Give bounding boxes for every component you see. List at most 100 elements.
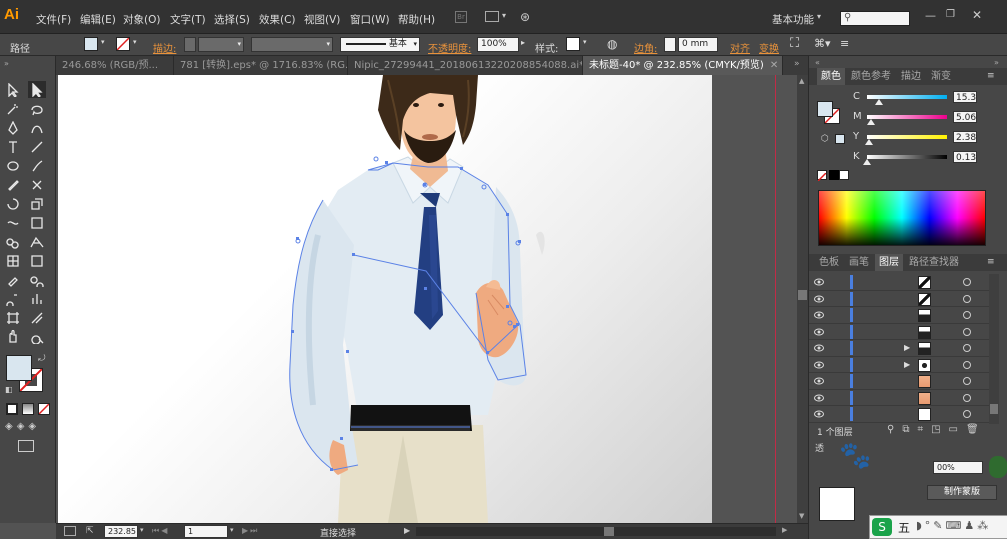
type-tool-icon[interactable] [4, 138, 22, 155]
stroke-weight-stepper[interactable] [184, 37, 196, 52]
slider-c[interactable]: C 15.3 [809, 91, 1007, 109]
align-button[interactable]: 对齐 [730, 40, 750, 55]
shape-builder-tool-icon[interactable] [4, 233, 22, 250]
tab-layers[interactable]: 图层 [875, 254, 903, 271]
layer-row[interactable] [809, 406, 989, 423]
layer-target-icon[interactable] [963, 344, 971, 352]
slider-track[interactable] [867, 155, 947, 159]
curvature-tool-icon[interactable] [28, 119, 46, 136]
restore-icon[interactable]: ❐ [946, 9, 955, 20]
more-tabs-icon[interactable]: » [794, 59, 800, 69]
paintbrush-tool-icon[interactable] [28, 157, 46, 174]
stroke-weight-dropdown[interactable]: ▾ [198, 37, 244, 52]
none-swatch[interactable] [817, 170, 827, 182]
layer-row[interactable] [809, 274, 989, 291]
bridge-icon[interactable]: Br [455, 11, 467, 23]
menu-file[interactable]: 文件(F) [36, 12, 71, 27]
artboard[interactable] [58, 75, 712, 523]
scroll-down-icon[interactable]: ▼ [799, 512, 804, 520]
drawing-modes-icon[interactable]: ◈◈◈ [5, 421, 40, 432]
opacity-label[interactable]: 不透明度: [428, 40, 471, 55]
slider-knob[interactable] [867, 119, 876, 125]
perspective-grid-tool-icon[interactable] [28, 233, 46, 250]
artboard-nav-icon[interactable] [64, 526, 76, 536]
layer-target-icon[interactable] [963, 410, 971, 418]
slider-knob[interactable] [875, 99, 884, 105]
visibility-eye-icon[interactable] [814, 394, 824, 402]
menu-help[interactable]: 帮助(H) [398, 12, 435, 27]
variable-width-profile[interactable]: ▾ [251, 37, 333, 52]
tab-swatches[interactable]: 色板 [815, 254, 843, 271]
slider-y[interactable]: Y 2.38 [809, 131, 1007, 149]
slider-knob[interactable] [863, 159, 872, 165]
eyedropper-tool-icon[interactable] [4, 271, 22, 288]
chevron-down-icon[interactable]: ▾ [101, 38, 105, 46]
visibility-eye-icon[interactable] [814, 311, 824, 319]
chevron-down-icon[interactable]: ▾ [140, 526, 144, 534]
stroke-swatch[interactable] [116, 37, 130, 51]
expand-icon[interactable]: » [994, 58, 999, 67]
fill-swatch[interactable] [84, 37, 98, 51]
pencil-tool-icon[interactable] [4, 176, 22, 193]
default-colors-icon[interactable]: ◧ [5, 385, 13, 394]
sogou-icon[interactable]: S [872, 518, 892, 536]
transparency-opacity-input[interactable]: 00% [933, 461, 983, 474]
slider-value-input[interactable]: 15.3 [953, 91, 977, 103]
slider-knob[interactable] [864, 139, 873, 145]
transparency-tab[interactable]: 透 [815, 441, 824, 454]
visibility-eye-icon[interactable] [814, 377, 824, 385]
minimize-icon[interactable]: — [925, 9, 936, 22]
stroke-label[interactable]: 描边: [153, 40, 176, 55]
tab-document-1[interactable]: 246.68% (RGB/预... [56, 56, 174, 75]
slider-m[interactable]: M 5.06 [809, 111, 1007, 129]
layer-row[interactable] [809, 291, 989, 307]
slider-k[interactable]: K 0.13 [809, 151, 1007, 169]
panel-menu-icon[interactable]: ≡ [840, 37, 849, 50]
visibility-eye-icon[interactable] [814, 278, 824, 286]
slider-track[interactable] [867, 135, 947, 139]
slice-tool-icon[interactable] [28, 309, 46, 326]
isolate-object-icon[interactable]: ⛶ [790, 36, 799, 51]
gpu-performance-icon[interactable]: ⊛ [520, 10, 530, 24]
slider-value-input[interactable]: 5.06 [953, 111, 977, 123]
layer-target-icon[interactable] [963, 294, 971, 303]
layer-row[interactable] [809, 390, 989, 406]
visibility-eye-icon[interactable] [814, 295, 824, 303]
expand-triangle-icon[interactable]: ▶ [904, 360, 910, 369]
chevron-down-icon[interactable]: ▾ [817, 12, 821, 21]
collapse-icon[interactable]: « [815, 58, 820, 67]
selection-tool-icon[interactable] [4, 81, 22, 98]
symbol-sprayer-tool-icon[interactable] [4, 290, 22, 307]
magic-wand-tool-icon[interactable] [4, 100, 22, 117]
search-input[interactable]: ⚲ [840, 11, 910, 26]
vertical-scrollbar[interactable]: ▲ ▼ [797, 75, 808, 523]
screen-mode-icon[interactable] [18, 440, 34, 452]
visibility-eye-icon[interactable] [814, 328, 824, 336]
artboard-tool-icon[interactable] [4, 309, 22, 326]
ime-mode-label[interactable]: 五 [898, 519, 910, 536]
zoom-input[interactable]: 232.85 [104, 525, 138, 538]
layer-target-icon[interactable] [963, 311, 971, 319]
share-icon[interactable]: ⇱ [86, 526, 94, 536]
layers-list[interactable]: ▶ ▶ [809, 274, 999, 424]
pen-tool-icon[interactable] [4, 119, 22, 136]
slider-value-input[interactable]: 0.13 [953, 151, 977, 163]
hand-tool-icon[interactable] [4, 328, 22, 345]
color-mode-icon[interactable] [6, 403, 18, 415]
lasso-tool-icon[interactable] [28, 100, 46, 117]
workspace-switcher[interactable]: 基本功能 [772, 12, 814, 27]
blend-tool-icon[interactable] [28, 271, 46, 288]
layer-target-icon[interactable] [963, 360, 971, 369]
fill-color-front[interactable] [6, 355, 32, 381]
layer-target-icon[interactable] [963, 377, 971, 385]
gradient-mode-icon[interactable] [22, 403, 34, 415]
layer-target-icon[interactable] [963, 393, 971, 402]
color-spectrum[interactable] [818, 190, 986, 246]
tab-brushes[interactable]: 画笔 [845, 254, 873, 271]
recolor-artwork-icon[interactable]: ◍ [607, 37, 617, 51]
artboard-number-input[interactable]: 1 [184, 525, 228, 538]
line-segment-tool-icon[interactable] [28, 138, 46, 155]
panel-menu-icon[interactable]: ≡ [987, 71, 995, 81]
canvas-area[interactable] [56, 75, 797, 523]
layers-scrollbar[interactable] [989, 274, 999, 424]
